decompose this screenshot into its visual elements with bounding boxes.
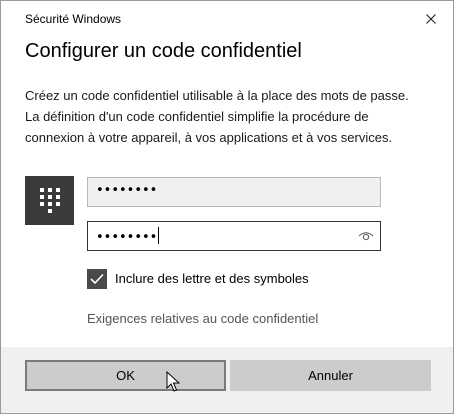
button-bar: OK Annuler [1,347,453,413]
ok-button[interactable]: OK [25,360,226,391]
title-bar: Sécurité Windows [1,1,453,35]
ok-button-label: OK [116,368,135,383]
cancel-button[interactable]: Annuler [230,360,431,391]
new-pin-field[interactable]: •••••••• [87,177,381,207]
mouse-pointer-icon [166,371,180,392]
eye-icon[interactable] [358,229,374,243]
close-button[interactable] [417,5,445,33]
confirm-pin-value: •••••••• [96,230,158,245]
dialog-description: Créez un code confidentiel utilisable à … [25,88,409,145]
pin-requirements-link[interactable]: Exigences relatives au code confidentiel [87,311,318,326]
confirm-pin-field[interactable]: •••••••• [87,221,381,251]
text-caret [158,227,160,244]
dialog-heading: Configurer un code confidentiel [25,40,302,62]
cancel-button-label: Annuler [308,368,353,383]
dialog-window: Sécurité Windows Configurer un code conf… [0,0,454,414]
checkmark-icon [90,273,104,285]
pin-tile [25,176,74,225]
include-letters-label[interactable]: Inclure des lettre et des symboles [115,271,309,286]
app-title: Sécurité Windows [25,12,122,26]
new-pin-value: •••••••• [96,183,158,198]
include-letters-checkbox[interactable] [87,269,107,289]
keypad-icon [39,187,60,213]
confirm-pin-value-wrap: •••••••• [96,227,160,245]
close-icon [426,14,436,24]
